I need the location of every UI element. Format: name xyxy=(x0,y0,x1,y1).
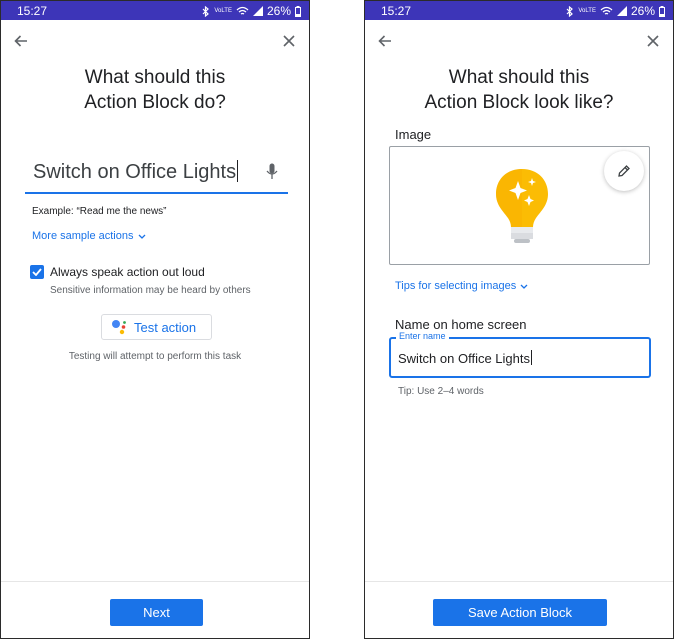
bluetooth-icon xyxy=(566,5,574,17)
signal-icon xyxy=(252,6,263,16)
text-caret xyxy=(237,160,239,182)
testing-note: Testing will attempt to perform this tas… xyxy=(68,351,242,362)
tips-selecting-images-link[interactable]: Tips for selecting images xyxy=(395,280,528,292)
lightbulb-icon xyxy=(496,169,548,243)
check-icon xyxy=(32,268,42,276)
back-button[interactable] xyxy=(373,29,397,53)
name-input-value: Switch on Office Lights xyxy=(398,350,532,366)
close-button[interactable] xyxy=(277,29,301,53)
status-time: 15:27 xyxy=(381,4,412,18)
close-icon xyxy=(647,35,659,47)
name-input-text: Switch on Office Lights xyxy=(398,351,530,366)
speak-aloud-label: Always speak action out loud xyxy=(50,265,205,279)
battery-icon xyxy=(295,5,301,17)
assistant-icon xyxy=(112,320,126,335)
status-icons: VoLTE 26% xyxy=(566,4,665,18)
page-title-line-2: Action Block look like? xyxy=(424,92,614,113)
wifi-icon xyxy=(600,6,613,15)
close-button[interactable] xyxy=(641,29,665,53)
top-bar xyxy=(365,29,673,55)
bottom-divider xyxy=(1,581,309,582)
signal-icon xyxy=(616,6,627,16)
top-bar xyxy=(1,29,309,55)
more-sample-actions-label: More sample actions xyxy=(32,230,134,242)
test-action-button[interactable]: Test action xyxy=(101,314,212,340)
status-icons: VoLTE 26% xyxy=(202,4,301,18)
save-action-block-button[interactable]: Save Action Block xyxy=(433,599,607,626)
page-title: What should this Action Block look like? xyxy=(365,65,673,115)
back-button[interactable] xyxy=(9,29,33,53)
action-query-input[interactable]: Switch on Office Lights xyxy=(25,154,288,194)
speak-aloud-subtext: Sensitive information may be heard by ot… xyxy=(50,285,251,296)
battery-percent: 26% xyxy=(266,4,291,18)
status-bar: 15:27 VoLTE 26% xyxy=(365,1,673,20)
action-query-text: Switch on Office Lights xyxy=(33,161,237,183)
bluetooth-icon xyxy=(202,5,210,17)
name-tip: Tip: Use 2–4 words xyxy=(398,386,484,397)
status-bar: 15:27 VoLTE 26% xyxy=(1,1,309,20)
chevron-down-icon xyxy=(138,234,145,239)
status-time: 15:27 xyxy=(17,4,48,18)
image-picker[interactable] xyxy=(389,146,650,265)
name-input[interactable]: Enter name Switch on Office Lights xyxy=(389,331,651,378)
text-caret xyxy=(531,350,532,365)
action-query-value: Switch on Office Lights xyxy=(33,160,239,184)
battery-percent: 26% xyxy=(630,4,655,18)
page-title-line-2: Action Block do? xyxy=(84,92,226,113)
image-label: Image xyxy=(395,127,432,142)
screen-action-setup: 15:27 VoLTE 26% What should this Action … xyxy=(0,0,310,639)
battery-icon xyxy=(659,5,665,17)
chevron-down-icon xyxy=(520,284,528,289)
volte-label: VoLTE xyxy=(214,8,232,14)
page-title-line-1: What should this xyxy=(448,67,590,88)
name-on-home-screen-label: Name on home screen xyxy=(395,317,527,332)
close-icon xyxy=(283,35,295,47)
page-title-line-1: What should this xyxy=(84,67,226,88)
more-sample-actions-link[interactable]: More sample actions xyxy=(32,230,146,242)
volte-label: VoLTE xyxy=(578,8,596,14)
bottom-divider xyxy=(365,581,673,582)
example-text: Example: “Read me the news” xyxy=(32,206,167,217)
page-title: What should this Action Block do? xyxy=(1,65,309,115)
speak-aloud-checkbox[interactable] xyxy=(30,265,44,279)
tips-selecting-images-label: Tips for selecting images xyxy=(395,280,517,292)
screen-appearance-setup: 15:27 VoLTE 26% What should this Action … xyxy=(364,0,674,639)
name-input-label: Enter name xyxy=(396,331,449,341)
back-arrow-icon xyxy=(378,35,391,47)
wifi-icon xyxy=(236,6,249,15)
test-action-label: Test action xyxy=(134,319,197,335)
back-arrow-icon xyxy=(14,35,27,47)
pencil-icon xyxy=(618,165,630,177)
next-button[interactable]: Next xyxy=(110,599,203,626)
mic-icon[interactable] xyxy=(266,163,278,180)
edit-image-button[interactable] xyxy=(604,151,644,191)
